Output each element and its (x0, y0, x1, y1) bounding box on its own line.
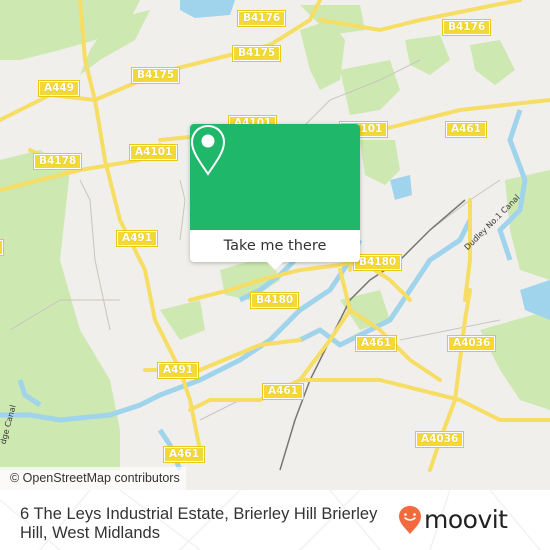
popup-pointer (266, 261, 284, 270)
road-label-a449: A449 (37, 80, 81, 97)
address-text: 6 The Leys Industrial Estate, Brierley H… (20, 505, 378, 542)
location-pin-icon (190, 124, 226, 176)
road-label-b4175: B4175 (231, 45, 282, 62)
road-label-b4180: B4180 (249, 292, 300, 309)
road-label-b4180: B4180 (352, 254, 403, 271)
road-label-a4101: A4101 (128, 144, 179, 161)
road-label-a461: A461 (444, 121, 488, 138)
location-popup: Take me there (190, 124, 360, 270)
moovit-wordmark: moovit (424, 505, 508, 534)
road-label-a491: A491 (156, 362, 200, 379)
road-label-a461: A461 (354, 335, 398, 352)
road-label-b4175: B4175 (130, 67, 181, 84)
popup-header (190, 124, 360, 230)
moovit-logo[interactable]: moovit (398, 505, 508, 535)
take-me-there-button[interactable]: Take me there (190, 230, 360, 262)
road-label-b4176: B4176 (441, 19, 492, 36)
road-label-a461: A461 (261, 383, 305, 400)
map[interactable]: B4176 B4176 B4175 B4175 A449 A4101 A4101… (0, 0, 550, 490)
road-label-b4176: B4176 (236, 10, 287, 27)
road-label-a4-edge: A4 (0, 239, 5, 256)
moovit-pin-icon (399, 506, 421, 534)
road-label-a4036: A4036 (446, 335, 497, 352)
map-attribution[interactable]: © OpenStreetMap contributors (0, 467, 186, 490)
road-label-b4178: B4178 (32, 153, 83, 170)
road-label-a491: A491 (115, 230, 159, 247)
road-label-a461: A461 (162, 446, 206, 463)
road-label-a4036: A4036 (414, 431, 465, 448)
